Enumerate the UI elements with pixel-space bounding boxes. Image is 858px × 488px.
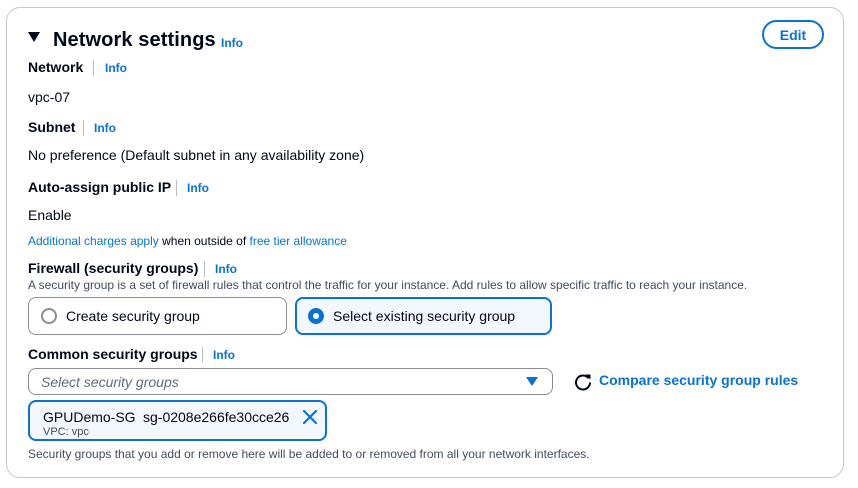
security-groups-footer: Security groups that you add or remove h… (28, 447, 590, 461)
common-sg-info-link[interactable]: Info (213, 348, 235, 362)
create-security-group-label: Create security group (66, 308, 200, 324)
additional-charges-link[interactable]: Additional charges apply (28, 234, 159, 248)
refresh-icon[interactable] (574, 373, 592, 391)
firewall-description: A security group is a set of firewall ru… (28, 278, 748, 292)
compare-rules-link[interactable]: Compare security group rules (599, 372, 798, 388)
section-title: Network settings (53, 29, 216, 51)
firewall-info-link[interactable]: Info (215, 262, 237, 276)
create-security-group-option[interactable]: Create security group (28, 297, 287, 335)
security-groups-select[interactable]: Select security groups (28, 368, 553, 395)
select-placeholder: Select security groups (41, 373, 179, 390)
subnet-value: No preference (Default subnet in any ava… (28, 147, 365, 163)
token-name: GPUDemo-SG (43, 409, 136, 425)
caret-down-icon (526, 377, 538, 386)
public-ip-info-link[interactable]: Info (187, 181, 209, 195)
title-info-link[interactable]: Info (221, 36, 243, 50)
divider (93, 60, 94, 76)
subnet-label: Subnet (28, 119, 76, 135)
radio-checked-icon[interactable] (308, 308, 324, 324)
security-group-token: GPUDemo-SG sg-0208e266fe30cce26 VPC: vpc… (28, 400, 327, 441)
token-id: sg-0208e266fe30cce26 (143, 409, 290, 425)
close-icon[interactable] (302, 409, 318, 425)
charges-note: Additional charges apply when outside of… (28, 234, 347, 248)
select-existing-security-group-label: Select existing security group (333, 308, 516, 324)
public-ip-value: Enable (28, 207, 72, 223)
network-label: Network (28, 59, 84, 75)
divider (202, 347, 203, 363)
redaction-mask (70, 87, 200, 106)
redaction-mask (90, 426, 210, 439)
subnet-info-link[interactable]: Info (94, 121, 116, 135)
caret-down-icon[interactable] (27, 30, 41, 44)
firewall-label: Firewall (security groups) (28, 260, 199, 276)
public-ip-label: Auto-assign public IP (28, 179, 172, 195)
select-existing-security-group-option[interactable]: Select existing security group (295, 297, 552, 335)
charges-text: when outside of (162, 234, 247, 248)
edit-button[interactable]: Edit (762, 20, 824, 49)
radio-unchecked-icon[interactable] (41, 308, 57, 324)
network-settings-panel: Network settings Info Edit Network Info … (6, 7, 844, 478)
divider (176, 180, 177, 196)
divider (83, 120, 84, 136)
network-info-link[interactable]: Info (105, 61, 127, 75)
free-tier-link[interactable]: free tier allowance (250, 234, 347, 248)
divider (204, 261, 205, 277)
common-sg-label: Common security groups (28, 346, 198, 362)
